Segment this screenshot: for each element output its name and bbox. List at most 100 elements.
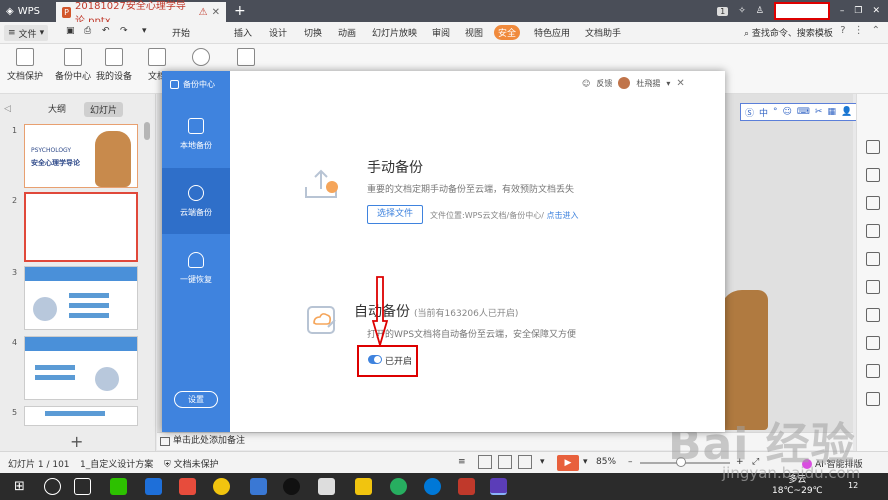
menu-transition[interactable]: 切换 xyxy=(304,26,322,39)
browser-app-icon[interactable] xyxy=(390,478,407,495)
shirt-icon[interactable]: ♙ xyxy=(756,6,764,16)
export-button[interactable] xyxy=(225,48,267,66)
more-icon[interactable]: ▾ xyxy=(142,26,147,36)
select-icon[interactable] xyxy=(866,140,880,154)
close-icon[interactable]: ✕ xyxy=(676,78,684,89)
panel-scrollbar[interactable] xyxy=(144,122,150,140)
backup-center-button[interactable]: 备份中心 xyxy=(52,48,94,82)
menu-animation[interactable]: 动画 xyxy=(338,26,356,39)
cortana-icon[interactable] xyxy=(44,478,61,495)
zoom-options-icon[interactable]: ▾ xyxy=(583,457,588,467)
keyboard-icon[interactable]: ⌨ xyxy=(797,107,810,117)
grid-icon[interactable]: ▦ xyxy=(827,107,836,117)
play-options-icon[interactable]: ▾ xyxy=(540,457,545,467)
notes-toggle-icon[interactable]: ≡ xyxy=(458,457,466,467)
play-slideshow-button[interactable]: ▶ xyxy=(557,455,579,471)
sorter-view-icon[interactable] xyxy=(498,455,512,469)
collapse-panel-icon[interactable]: ◁ xyxy=(4,104,11,114)
star-icon[interactable] xyxy=(866,252,880,266)
sidebar-item-local-backup[interactable]: 本地备份 xyxy=(162,101,230,167)
highlighted-user-area[interactable] xyxy=(773,2,830,20)
help-icon[interactable]: ? xyxy=(840,25,845,36)
zoom-out-icon[interactable]: – xyxy=(628,457,633,467)
menu-review[interactable]: 审阅 xyxy=(432,26,450,39)
share-icon[interactable] xyxy=(866,336,880,350)
sidebar-item-cloud-backup[interactable]: 云端备份 xyxy=(162,168,230,234)
tab-slides[interactable]: 幻灯片 xyxy=(84,102,124,117)
close-tab-icon[interactable]: ✕ xyxy=(212,7,220,18)
user-name[interactable]: 杜飛揚 xyxy=(636,78,660,89)
feedback-icon[interactable]: ☺ xyxy=(582,79,590,88)
menu-insert[interactable]: 插入 xyxy=(234,26,252,39)
video-app-icon[interactable] xyxy=(179,478,196,495)
chrome-icon[interactable] xyxy=(213,478,230,495)
user-icon[interactable]: 👤 xyxy=(841,107,852,117)
refresh-button[interactable] xyxy=(180,48,222,66)
edge-icon[interactable] xyxy=(424,478,441,495)
redo-icon[interactable]: ↷ xyxy=(120,26,128,36)
layers-icon[interactable] xyxy=(866,196,880,210)
slide-thumbnail-2[interactable] xyxy=(24,192,138,262)
windows-start-icon[interactable]: ⊞ xyxy=(11,478,28,495)
language-toggle[interactable]: 中 xyxy=(759,106,768,119)
sidebar-item-restore[interactable]: 一键恢复 xyxy=(162,235,230,301)
notes-app-icon[interactable] xyxy=(355,478,372,495)
file-menu[interactable]: ≡ 文件 ▾ xyxy=(4,25,49,41)
more-options-icon[interactable]: ⋮ xyxy=(854,25,864,36)
slide-thumbnail-5[interactable] xyxy=(24,406,138,426)
format-icon[interactable] xyxy=(866,308,880,322)
menu-design[interactable]: 设计 xyxy=(269,26,287,39)
slide-thumbnail-4[interactable] xyxy=(24,336,138,400)
command-search[interactable]: ⌕ 查找命令、搜索模板 xyxy=(744,26,833,39)
theme-name[interactable]: 1_自定义设计方案 xyxy=(80,457,153,470)
page-badge[interactable]: 1 xyxy=(717,6,729,16)
menu-view[interactable]: 视图 xyxy=(465,26,483,39)
document-tab[interactable]: P 20181027安全心理学导论.pptx ⚠ ✕ xyxy=(56,1,226,27)
help-panel-icon[interactable] xyxy=(866,364,880,378)
slide-thumbnail-1[interactable]: PSYCHOLOGY 安全心理学导论 xyxy=(24,124,138,188)
shapes-icon[interactable] xyxy=(866,168,880,182)
minimize-icon[interactable]: – xyxy=(840,6,845,16)
menu-features[interactable]: 特色应用 xyxy=(534,26,570,39)
open-location-link[interactable]: 点击进入 xyxy=(546,211,578,220)
zoom-level[interactable]: 85% xyxy=(596,457,616,467)
menu-doc-assistant[interactable]: 文档助手 xyxy=(585,26,621,39)
slide-thumbnail-3[interactable] xyxy=(24,266,138,330)
menu-home[interactable]: 开始 xyxy=(172,26,190,39)
notification-badge[interactable]: 12 xyxy=(848,481,858,490)
wps-office-icon[interactable] xyxy=(458,478,475,495)
print-icon[interactable]: ⎙ xyxy=(84,26,91,36)
task-view-icon[interactable] xyxy=(74,478,91,495)
avatar[interactable] xyxy=(618,77,631,89)
settings-button[interactable]: 设置 xyxy=(174,391,218,408)
reading-view-icon[interactable] xyxy=(518,455,532,469)
wps-presentation-icon[interactable] xyxy=(490,478,507,495)
scissors-icon[interactable]: ✂ xyxy=(815,107,823,117)
animation-icon[interactable] xyxy=(866,280,880,294)
auto-backup-toggle[interactable] xyxy=(368,355,382,364)
fox-app-icon[interactable] xyxy=(318,478,335,495)
tool-app-icon[interactable] xyxy=(250,478,267,495)
skin-icon[interactable]: ✧ xyxy=(738,6,746,16)
wps-home-tab[interactable]: ◈ WPS xyxy=(0,0,56,22)
chevron-down-icon[interactable]: ▾ xyxy=(666,79,670,88)
my-devices-button[interactable]: 我的设备 xyxy=(93,48,135,82)
new-tab-button[interactable]: + xyxy=(234,3,246,19)
normal-view-icon[interactable] xyxy=(478,455,492,469)
qq-icon[interactable] xyxy=(283,478,300,495)
select-file-button[interactable]: 选择文件 xyxy=(367,205,423,224)
collapse-ribbon-icon[interactable]: ⌃ xyxy=(872,25,880,36)
input-logo-icon[interactable]: Ⓢ xyxy=(745,106,754,119)
wechat-icon[interactable] xyxy=(110,478,127,495)
feedback-link[interactable]: 反馈 xyxy=(596,78,612,89)
undo-icon[interactable]: ↶ xyxy=(102,26,110,36)
menu-security[interactable]: 安全 xyxy=(494,25,521,40)
tab-outline[interactable]: 大纲 xyxy=(48,102,66,115)
protect-status[interactable]: ⛨ 文档未保护 xyxy=(164,457,219,470)
layout-icon[interactable] xyxy=(866,224,880,238)
add-slide-button[interactable]: + xyxy=(70,432,83,451)
doc-protect-button[interactable]: 文档保护 xyxy=(4,48,46,82)
download-icon[interactable] xyxy=(866,392,880,406)
close-window-icon[interactable]: ✕ xyxy=(872,6,880,16)
emoji-icon[interactable]: ☺ xyxy=(783,107,792,117)
